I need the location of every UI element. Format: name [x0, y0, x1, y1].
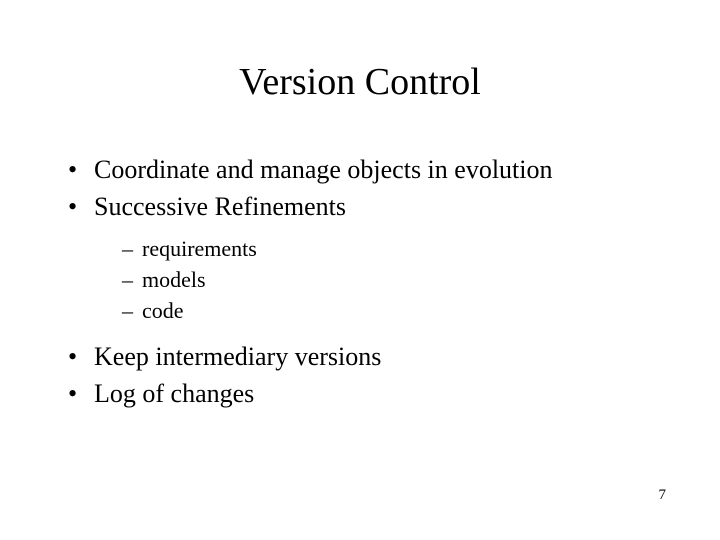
sub-bullet-text: models [142, 267, 206, 292]
list-item: Log of changes [68, 376, 660, 411]
sub-bullet-list: requirements models code [94, 234, 660, 325]
list-item: Coordinate and manage objects in evoluti… [68, 152, 660, 187]
bullet-text: Coordinate and manage objects in evoluti… [94, 155, 553, 184]
page-number: 7 [659, 487, 667, 504]
bullet-text: Log of changes [94, 379, 254, 408]
bullet-text: Successive Refinements [94, 192, 346, 221]
list-item: Successive Refinements requirements mode… [68, 189, 660, 325]
sub-bullet-text: requirements [142, 236, 257, 261]
bullet-text: Keep intermediary versions [94, 342, 381, 371]
bullet-list: Coordinate and manage objects in evoluti… [60, 152, 660, 411]
list-item: models [122, 265, 660, 295]
list-item: requirements [122, 234, 660, 264]
slide-title: Version Control [60, 60, 660, 104]
list-item: code [122, 296, 660, 326]
sub-bullet-text: code [142, 298, 184, 323]
list-item: Keep intermediary versions [68, 339, 660, 374]
